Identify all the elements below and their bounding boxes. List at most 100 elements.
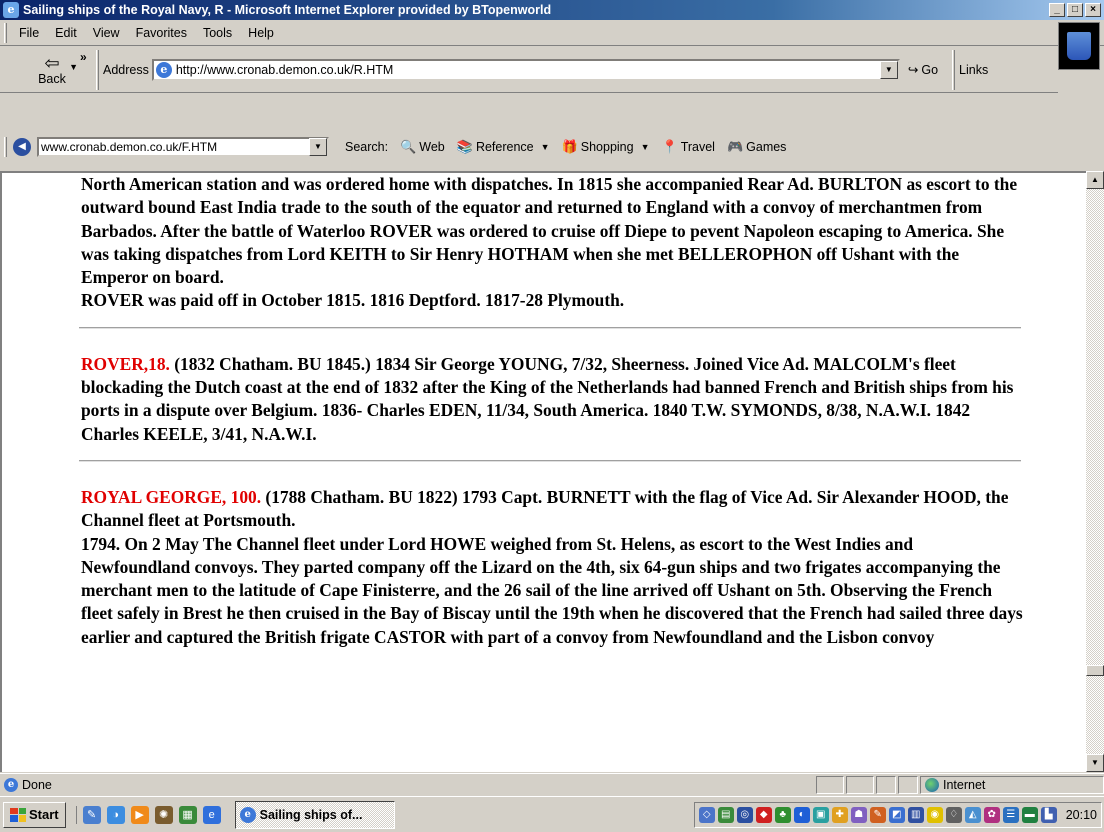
web-search-button[interactable]: 🔍 Web <box>400 139 445 155</box>
links-button[interactable]: Links <box>959 63 988 77</box>
web-label: Web <box>419 140 445 154</box>
search-toolbar-logo-icon[interactable]: ◀ <box>13 138 31 156</box>
status-text: Done <box>22 777 52 792</box>
travel-label: Travel <box>680 140 715 154</box>
search-combo-value[interactable]: www.cronab.demon.co.uk/F.HTM <box>41 140 309 154</box>
rover-paid-off: ROVER was paid off in October 1815. 1816… <box>81 290 625 311</box>
menu-view[interactable]: View <box>85 24 128 42</box>
search-combo[interactable]: www.cronab.demon.co.uk/F.HTM ▼ <box>37 137 329 157</box>
divider <box>79 326 1021 329</box>
address-grip[interactable] <box>96 49 99 90</box>
task-ie-window[interactable]: e Sailing ships of... <box>234 800 395 829</box>
scroll-thumb[interactable] <box>1086 665 1104 676</box>
menu-help[interactable]: Help <box>240 24 282 42</box>
tray-icon[interactable]: ◆ <box>755 807 772 823</box>
magnifier-icon: 🔍 <box>400 139 417 154</box>
media-player-icon[interactable]: ▶ <box>130 805 149 824</box>
address-dropdown-button[interactable]: ▼ <box>879 60 898 79</box>
tray-icon[interactable]: ◉ <box>926 807 943 823</box>
shopping-button[interactable]: 🎁 Shopping ▼ <box>562 139 650 155</box>
toolbar-grip[interactable] <box>4 22 7 43</box>
tray-icon[interactable]: ◐ <box>793 807 810 823</box>
tray-icon[interactable]: ◩ <box>888 807 905 823</box>
reference-button[interactable]: 📚 Reference ▼ <box>457 139 550 155</box>
go-arrow-icon: ↪ <box>907 63 919 77</box>
links-grip[interactable] <box>952 49 956 90</box>
tray-icon[interactable]: ✚ <box>831 807 848 823</box>
scroll-up-button[interactable]: ▲ <box>1086 171 1104 189</box>
back-label: Back <box>38 71 66 86</box>
rover18-text: (1832 Chatham. BU 1845.) 1834 Sir George… <box>81 353 1014 444</box>
tray-icon[interactable]: ✿ <box>983 807 1000 823</box>
clock[interactable]: 20:10 <box>1066 808 1097 822</box>
menu-file[interactable]: File <box>11 24 47 42</box>
tray-icon[interactable]: ▤ <box>717 807 734 823</box>
desktop-icon[interactable]: ✎ <box>82 805 101 824</box>
search-toolbar: ◀ www.cronab.demon.co.uk/F.HTM ▼ Search:… <box>0 134 1104 160</box>
back-arrow-icon: ⇦ <box>44 52 60 73</box>
shopping-icon: 🎁 <box>561 139 578 154</box>
search-grip[interactable] <box>4 137 7 157</box>
windows-throbber <box>1058 22 1100 70</box>
toolbar-chevron[interactable]: » <box>80 50 87 64</box>
status-cell <box>846 775 874 794</box>
status-cell <box>876 775 896 794</box>
status-bar: e Done Internet <box>0 773 1104 795</box>
back-dropdown-icon[interactable]: ▼ <box>69 62 78 72</box>
zone-label: Internet <box>943 777 986 792</box>
royal-george-1794: 1794. On 2 May The Channel fleet under L… <box>81 533 1023 647</box>
start-button[interactable]: Start <box>3 801 66 828</box>
tray-icon[interactable]: ▥ <box>907 807 924 823</box>
ie-task-icon: e <box>239 806 256 823</box>
ie-quicklaunch-icon[interactable]: e <box>202 805 221 824</box>
vertical-scrollbar[interactable]: ▲ ▼ <box>1086 171 1104 772</box>
reference-icon: 📚 <box>456 139 473 154</box>
tray-icon[interactable]: ◇ <box>698 807 715 823</box>
network-icon[interactable]: ▦ <box>178 805 197 824</box>
divider <box>79 459 1021 462</box>
go-button[interactable]: ↪ Go <box>907 62 938 78</box>
games-button[interactable]: 🎮 Games <box>727 139 786 155</box>
menu-tools[interactable]: Tools <box>195 24 240 42</box>
shopping-dropdown-icon[interactable]: ▼ <box>641 142 650 152</box>
games-label: Games <box>746 140 787 154</box>
rover18-entry: ROVER,18. (1832 Chatham. BU 1845.) 1834 … <box>81 353 1026 446</box>
search-combo-dropdown[interactable]: ▼ <box>309 138 327 156</box>
travel-pin-icon: 📍 <box>661 139 678 154</box>
system-tray: ◇ ▤ ◎ ◆ ♣ ◐ ▣ ✚ ☗ ✎ ◩ ▥ ◉ ♢ ◭ ✿ ☰ ▬ ▙ 20… <box>693 802 1102 828</box>
tray-icon[interactable]: ☗ <box>850 807 867 823</box>
menu-edit[interactable]: Edit <box>47 24 85 42</box>
games-icon: 🎮 <box>726 139 744 154</box>
tray-icon[interactable]: ☰ <box>1002 807 1019 823</box>
taskbar: Start ✎ ◑ ▶ ✺ ▦ e e Sailing ships of... … <box>0 796 1104 832</box>
window-title: Sailing ships of the Royal Navy, R - Mic… <box>23 3 552 17</box>
ship-name-rover18: ROVER,18. <box>81 353 170 374</box>
tray-icon[interactable]: ▬ <box>1021 807 1038 823</box>
article-body: North American station and was ordered h… <box>79 173 1026 649</box>
tray-icon[interactable]: ◎ <box>736 807 753 823</box>
maximize-button[interactable]: □ <box>1067 3 1083 17</box>
address-url[interactable]: http://www.cronab.demon.co.uk/R.HTM <box>176 63 880 77</box>
reference-dropdown-icon[interactable]: ▼ <box>541 142 550 152</box>
ship-name-royal-george: ROYAL GEORGE, 100. <box>81 486 262 507</box>
tray-icon[interactable]: ▙ <box>1040 807 1057 823</box>
tray-icon[interactable]: ♣ <box>774 807 791 823</box>
rover-paragraph: North American station and was ordered h… <box>81 174 1018 288</box>
outlook-icon[interactable]: ◑ <box>106 805 125 824</box>
travel-button[interactable]: 📍 Travel <box>662 139 715 155</box>
security-zone: Internet <box>920 775 1104 794</box>
menu-bar: File Edit View Favorites Tools Help <box>0 20 1104 46</box>
start-label: Start <box>29 807 59 822</box>
scroll-down-button[interactable]: ▼ <box>1086 754 1104 772</box>
address-input[interactable]: e http://www.cronab.demon.co.uk/R.HTM ▼ <box>151 58 900 81</box>
menu-favorites[interactable]: Favorites <box>128 24 195 42</box>
page-status-icon: e <box>4 777 18 792</box>
app-icon[interactable]: ✺ <box>154 805 173 824</box>
close-button[interactable]: × <box>1085 3 1101 17</box>
tray-icon[interactable]: ✎ <box>869 807 886 823</box>
tray-icon[interactable]: ♢ <box>945 807 962 823</box>
royal-george-entry: ROYAL GEORGE, 100. (1788 Chatham. BU 182… <box>81 486 1026 533</box>
tray-icon[interactable]: ◭ <box>964 807 981 823</box>
minimize-button[interactable]: _ <box>1049 3 1065 17</box>
tray-icon[interactable]: ▣ <box>812 807 829 823</box>
